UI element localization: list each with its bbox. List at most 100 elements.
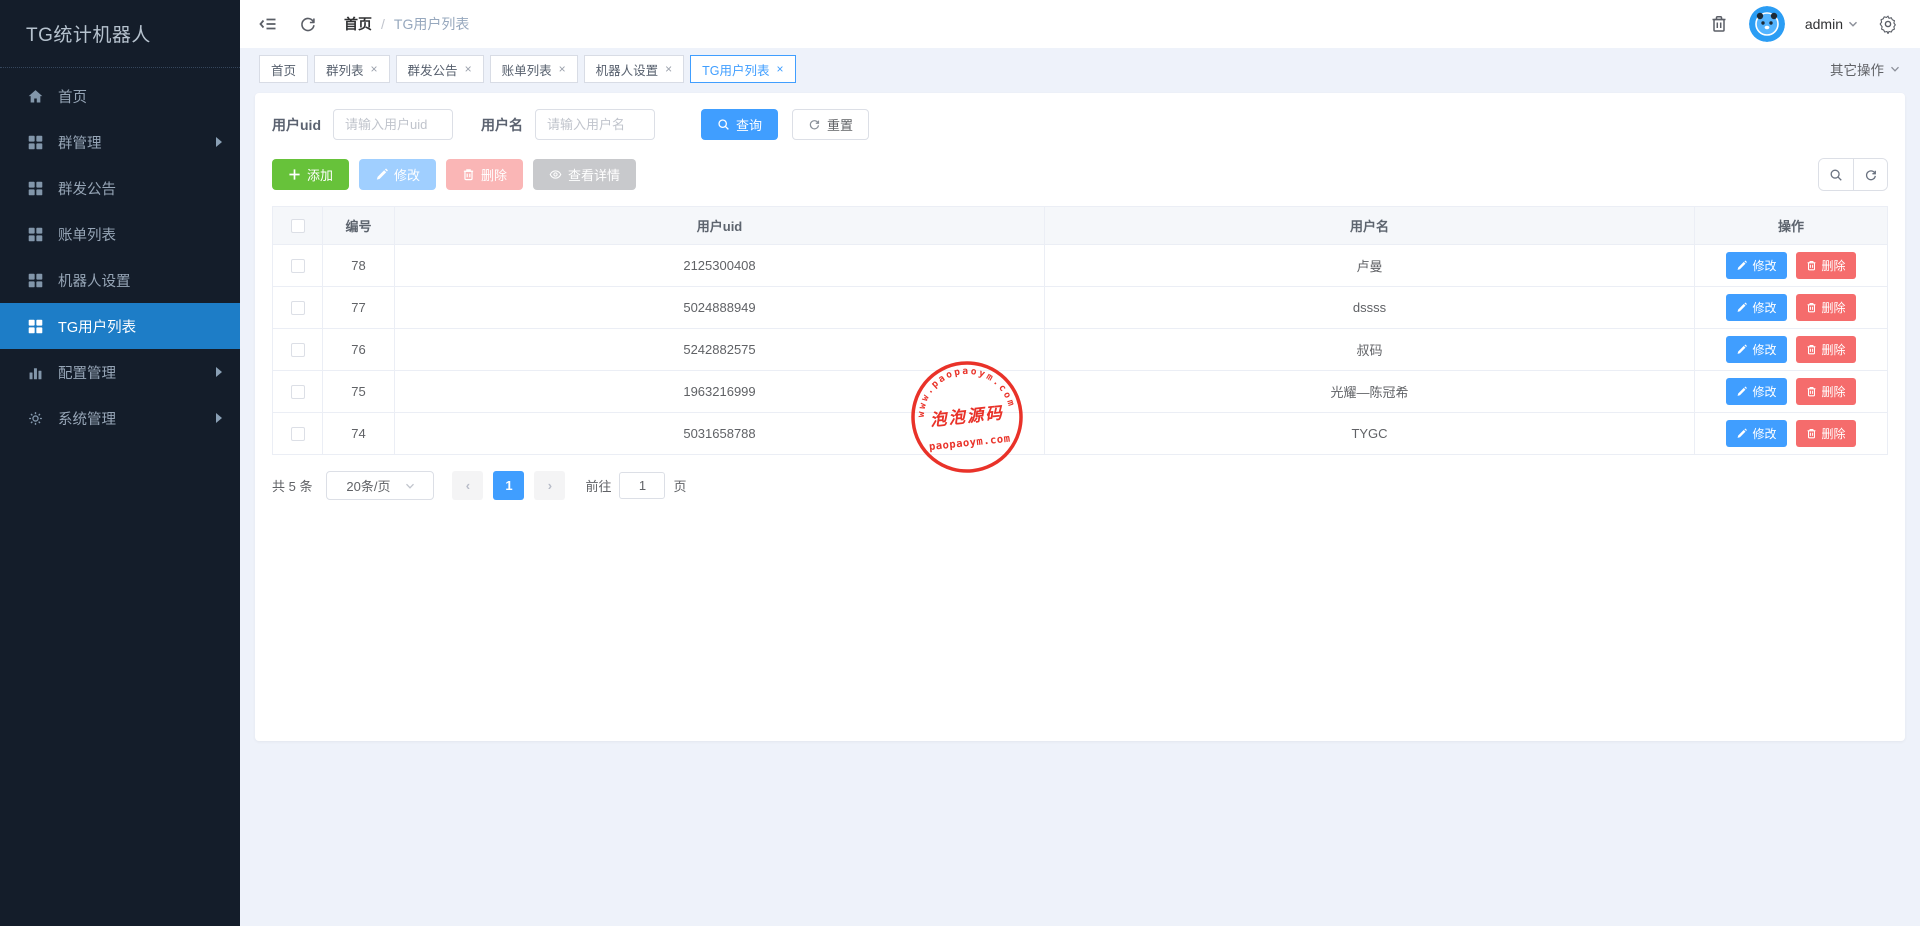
users-table: 编号 用户uid 用户名 操作 78 2125300408 卢曼 (272, 206, 1888, 455)
reset-label: 重置 (827, 115, 853, 134)
row-edit-label: 修改 (1752, 341, 1776, 358)
gear-icon[interactable] (1878, 14, 1898, 34)
row-delete-button[interactable]: 删除 (1796, 378, 1856, 405)
avatar[interactable] (1749, 6, 1785, 42)
table-row: 78 2125300408 卢曼 修改 删除 (273, 245, 1887, 287)
more-actions-dropdown[interactable]: 其它操作 (1830, 59, 1900, 79)
gear-icon (27, 410, 44, 427)
row-delete-label: 删除 (1822, 299, 1846, 316)
row-checkbox[interactable] (291, 259, 305, 273)
sidebar-item-system[interactable]: 系统管理 (0, 395, 240, 441)
query-button[interactable]: 查询 (701, 109, 778, 140)
username-input[interactable] (535, 109, 655, 140)
sidebar-item-group-manage[interactable]: 群管理 (0, 119, 240, 165)
row-delete-button[interactable]: 删除 (1796, 252, 1856, 279)
tab-home[interactable]: 首页 (259, 55, 308, 83)
trash-icon[interactable] (1709, 14, 1729, 34)
table-row: 76 5242882575 叔码 修改 删除 (273, 329, 1887, 371)
sidebar-item-config[interactable]: 配置管理 (0, 349, 240, 395)
edit-button-disabled[interactable]: 修改 (359, 159, 436, 190)
close-icon[interactable]: × (777, 63, 784, 75)
cell-name: dssss (1045, 287, 1695, 328)
sidebar-item-label: 账单列表 (58, 224, 116, 245)
close-icon[interactable]: × (465, 63, 472, 75)
close-icon[interactable]: × (559, 63, 566, 75)
main-area: 首页 / TG用户列表 (240, 0, 1920, 926)
page-unit-label: 页 (673, 476, 686, 495)
cell-uid: 5031658788 (395, 413, 1045, 454)
home-icon (27, 88, 44, 105)
reset-button[interactable]: 重置 (792, 109, 869, 140)
cell-uid: 5242882575 (395, 329, 1045, 370)
table-toolbar: 添加 修改 删除 查看详情 (272, 158, 1888, 191)
search-icon (717, 118, 730, 131)
page-1-button[interactable]: 1 (493, 471, 524, 500)
row-edit-button[interactable]: 修改 (1726, 378, 1786, 405)
trash-icon (462, 168, 475, 181)
sidebar-item-bills[interactable]: 账单列表 (0, 211, 240, 257)
sidebar-item-home[interactable]: 首页 (0, 73, 240, 119)
cell-uid: 1963216999 (395, 371, 1045, 412)
tab-tg-users[interactable]: TG用户列表 × (690, 55, 795, 83)
tab-announce[interactable]: 群发公告 × (396, 55, 484, 83)
chevron-right-icon (216, 367, 222, 377)
row-edit-button[interactable]: 修改 (1726, 336, 1786, 363)
refresh-table-button[interactable] (1853, 159, 1887, 190)
select-all-checkbox[interactable] (291, 219, 305, 233)
close-icon[interactable]: × (371, 63, 378, 75)
row-delete-button[interactable]: 删除 (1796, 336, 1856, 363)
close-icon[interactable]: × (665, 63, 672, 75)
chevron-down-icon (1890, 64, 1900, 74)
content-wrapper: 用户uid 用户名 查询 重置 (240, 90, 1920, 926)
pagination: 共 5 条 20条/页 ‹ 1 › 前往 页 (272, 471, 1888, 500)
page-size-select[interactable]: 20条/页 (326, 471, 434, 500)
sidebar-item-label: 机器人设置 (58, 270, 131, 291)
cell-id: 74 (323, 413, 395, 454)
trash-icon (1806, 428, 1817, 439)
uid-input[interactable] (333, 109, 453, 140)
cell-name: 卢曼 (1045, 245, 1695, 286)
search-form: 用户uid 用户名 查询 重置 (272, 109, 1888, 140)
tab-label: 群列表 (326, 60, 364, 79)
content-card: 用户uid 用户名 查询 重置 (255, 93, 1905, 741)
sidebar-item-bot-settings[interactable]: 机器人设置 (0, 257, 240, 303)
row-edit-button[interactable]: 修改 (1726, 252, 1786, 279)
delete-button-disabled[interactable]: 删除 (446, 159, 523, 190)
next-page-button[interactable]: › (534, 471, 565, 500)
tab-bills[interactable]: 账单列表 × (490, 55, 578, 83)
grid-icon (27, 272, 44, 289)
sidebar-item-label: 系统管理 (58, 408, 116, 429)
breadcrumb-home[interactable]: 首页 (344, 14, 372, 34)
row-delete-button[interactable]: 删除 (1796, 294, 1856, 321)
cell-id: 78 (323, 245, 395, 286)
tab-group-list[interactable]: 群列表 × (314, 55, 390, 83)
row-checkbox[interactable] (291, 343, 305, 357)
refresh-icon[interactable] (298, 14, 318, 34)
cell-id: 76 (323, 329, 395, 370)
sidebar-item-label: 群发公告 (58, 178, 116, 199)
edit-icon (1736, 428, 1747, 439)
chevron-right-icon (216, 413, 222, 423)
user-menu[interactable]: admin (1805, 16, 1858, 32)
prev-page-button[interactable]: ‹ (452, 471, 483, 500)
row-edit-button[interactable]: 修改 (1726, 420, 1786, 447)
chevron-down-icon (405, 481, 415, 491)
cell-id: 77 (323, 287, 395, 328)
collapse-sidebar-icon[interactable] (258, 14, 278, 34)
edit-label: 修改 (394, 165, 420, 184)
tab-bot-settings[interactable]: 机器人设置 × (584, 55, 685, 83)
goto-page-input[interactable] (619, 472, 665, 499)
row-checkbox[interactable] (291, 427, 305, 441)
row-delete-button[interactable]: 删除 (1796, 420, 1856, 447)
cell-id: 75 (323, 371, 395, 412)
row-delete-label: 删除 (1822, 341, 1846, 358)
search-toggle-button[interactable] (1819, 159, 1853, 190)
row-edit-button[interactable]: 修改 (1726, 294, 1786, 321)
sidebar-item-announce[interactable]: 群发公告 (0, 165, 240, 211)
add-button[interactable]: 添加 (272, 159, 349, 190)
view-detail-button-disabled[interactable]: 查看详情 (533, 159, 636, 190)
sidebar-item-tg-users[interactable]: TG用户列表 (0, 303, 240, 349)
row-checkbox[interactable] (291, 385, 305, 399)
tab-label: 机器人设置 (596, 60, 659, 79)
row-checkbox[interactable] (291, 301, 305, 315)
